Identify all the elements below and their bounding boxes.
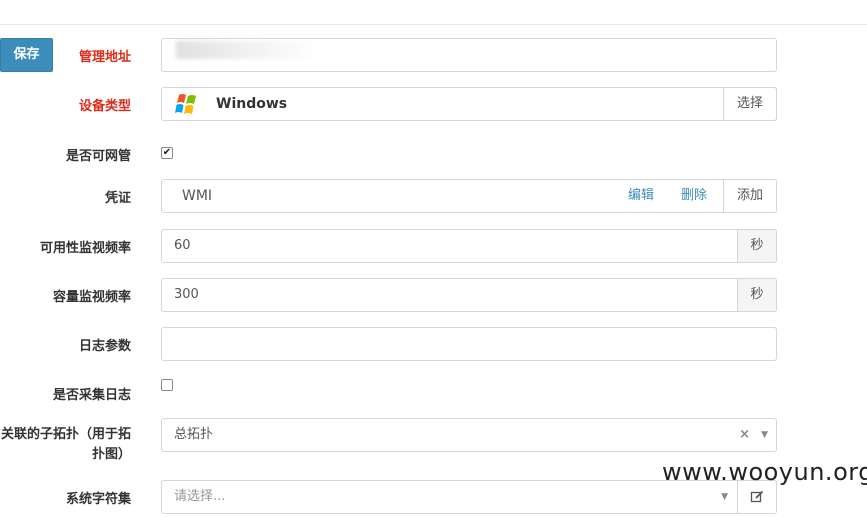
credential-label: 凭证 bbox=[104, 191, 131, 206]
redacted-address-value bbox=[176, 41, 322, 59]
clear-topology-icon[interactable]: × bbox=[739, 419, 750, 451]
availability-interval-input[interactable]: 60 秒 bbox=[161, 229, 777, 263]
collect-logs-label: 是否采集日志 bbox=[52, 388, 131, 403]
availability-interval-unit: 秒 bbox=[737, 229, 777, 263]
capacity-interval-unit: 秒 bbox=[737, 278, 777, 312]
watermark: www.wooyun.org bbox=[662, 458, 867, 486]
topology-label: 关联的子拓扑（用于拓扑图） bbox=[0, 427, 131, 462]
manageable-checkbox[interactable]: ✔ bbox=[161, 147, 173, 159]
capacity-interval-input[interactable]: 300 秒 bbox=[161, 278, 777, 312]
add-credential-button[interactable]: 添加 bbox=[723, 179, 777, 213]
capacity-interval-value: 300 bbox=[174, 287, 199, 302]
availability-interval-label: 可用性监视频率 bbox=[39, 241, 131, 256]
charset-placeholder: 请选择... bbox=[174, 489, 226, 504]
availability-interval-value: 60 bbox=[174, 238, 191, 253]
edit-icon bbox=[750, 490, 764, 503]
credential-field: WMI 编辑 删除 添加 bbox=[161, 179, 777, 213]
topology-select[interactable]: 总拓扑 × ▼ bbox=[161, 418, 777, 452]
management-address-label: 管理地址 bbox=[78, 50, 131, 65]
log-params-label: 日志参数 bbox=[78, 339, 131, 354]
manageable-label: 是否可网管 bbox=[65, 149, 131, 164]
collect-logs-checkbox[interactable] bbox=[161, 379, 173, 391]
device-type-value: Windows bbox=[216, 96, 288, 112]
log-params-input[interactable] bbox=[161, 327, 777, 361]
top-divider bbox=[0, 24, 867, 25]
delete-credential-link[interactable]: 删除 bbox=[681, 180, 707, 212]
credential-value: WMI bbox=[182, 188, 213, 204]
edit-credential-link[interactable]: 编辑 bbox=[628, 180, 654, 212]
windows-logo-icon bbox=[175, 94, 196, 114]
topology-value: 总拓扑 bbox=[174, 427, 214, 442]
select-device-type-button[interactable]: 选择 bbox=[723, 87, 777, 121]
device-type-field: Windows 选择 bbox=[161, 87, 777, 121]
capacity-interval-label: 容量监视频率 bbox=[52, 290, 131, 305]
save-button[interactable]: 保存 bbox=[0, 38, 53, 72]
charset-label: 系统字符集 bbox=[65, 492, 131, 507]
device-type-label: 设备类型 bbox=[78, 99, 131, 114]
chevron-down-icon[interactable]: ▼ bbox=[761, 419, 768, 451]
management-address-input[interactable] bbox=[161, 38, 777, 72]
